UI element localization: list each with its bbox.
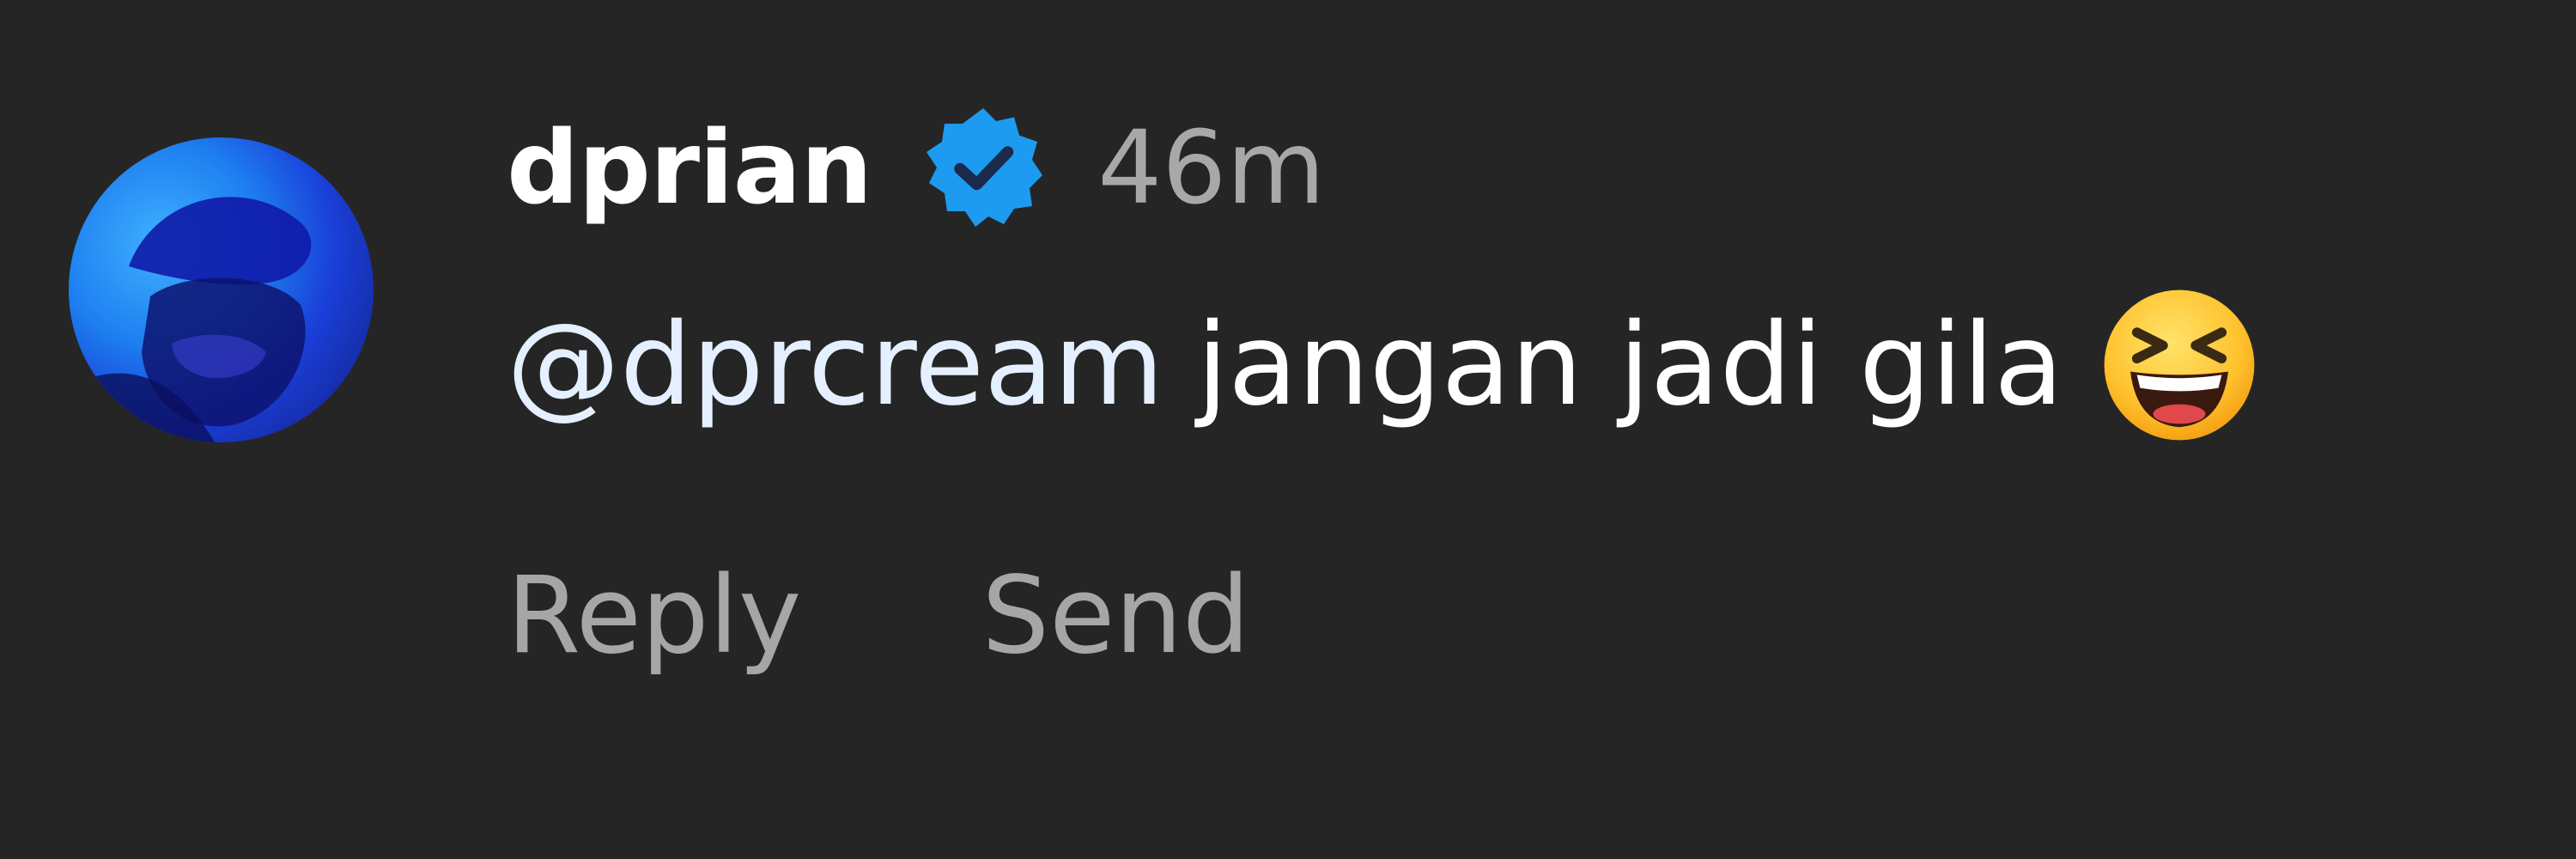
- comment-body: dprian 46m @dprcream jangan jadi gila: [507, 94, 2524, 451]
- grinning-squinting-face-icon: [2098, 283, 2261, 447]
- comment-actions: Reply Send: [507, 563, 1250, 669]
- timestamp: 46m: [1097, 108, 1326, 227]
- username[interactable]: dprian: [507, 117, 872, 218]
- mention-link[interactable]: @dprcream: [507, 308, 1164, 422]
- comment: dprian 46m @dprcream jangan jadi gila Re…: [0, 0, 2576, 859]
- comment-header: dprian 46m: [507, 94, 2524, 241]
- send-button[interactable]: Send: [981, 563, 1249, 669]
- comment-message: jangan jadi gila: [1196, 299, 2064, 431]
- comment-text: @dprcream jangan jadi gila: [507, 279, 2524, 451]
- avatar-image: [69, 197, 312, 442]
- reply-button[interactable]: Reply: [507, 563, 801, 669]
- avatar[interactable]: [69, 137, 374, 442]
- verified-badge-icon: [919, 103, 1048, 232]
